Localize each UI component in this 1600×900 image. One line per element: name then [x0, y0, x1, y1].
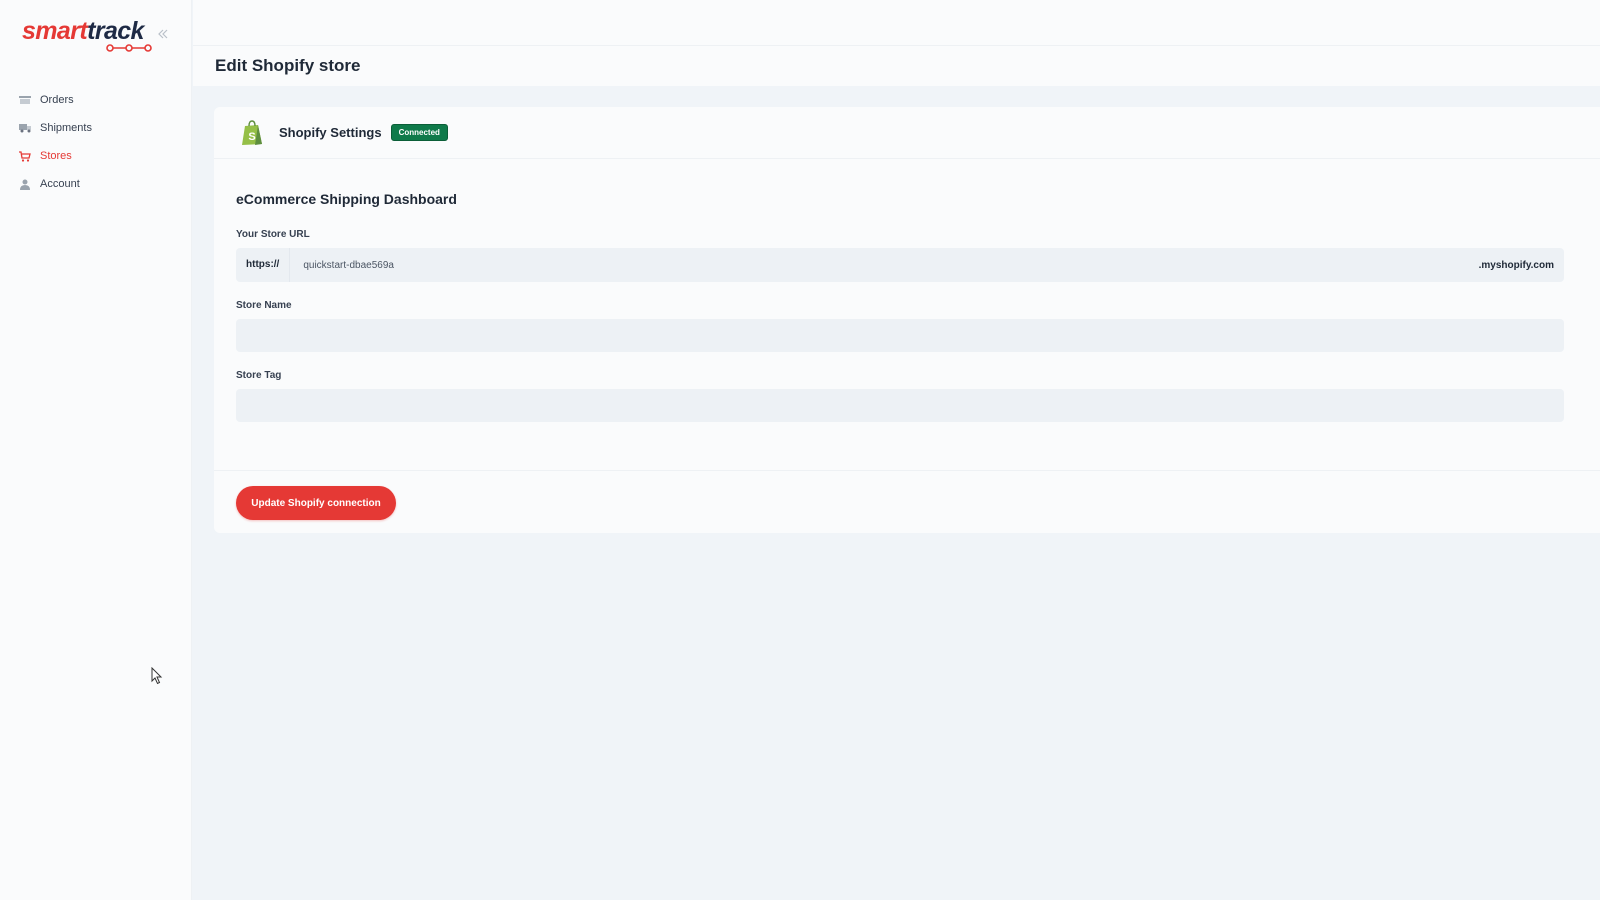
store-form: eCommerce Shipping Dashboard Your Store … [236, 191, 1564, 440]
logo-text: smarttrack [22, 18, 157, 44]
store-url-input[interactable] [290, 248, 1479, 282]
url-suffix: .myshopify.com [1478, 259, 1554, 271]
top-bar [193, 0, 1600, 46]
sidebar-nav: Orders Shipments Stores Account [0, 86, 192, 198]
sidebar-item-label: Account [40, 178, 80, 190]
sidebar: smarttrack Orders Shipments Stores Accou… [0, 0, 192, 900]
store-name-label: Store Name [236, 300, 292, 311]
store-url-field: https:// .myshopify.com [236, 248, 1564, 282]
user-icon [18, 177, 32, 191]
sidebar-item-label: Orders [40, 94, 74, 106]
sidebar-item-account[interactable]: Account [0, 170, 192, 198]
sidebar-item-label: Stores [40, 150, 72, 162]
page-header: Edit Shopify store [193, 46, 1600, 86]
double-chevron-left-icon[interactable] [158, 27, 172, 41]
svg-text:S: S [248, 131, 255, 143]
sidebar-item-stores[interactable]: Stores [0, 142, 192, 170]
logo-text-track: track [87, 17, 144, 45]
logo-text-smart: smart [22, 17, 88, 45]
status-badge: Connected [390, 124, 448, 141]
page-title: Edit Shopify store [215, 56, 361, 75]
logo-route-icon [106, 44, 152, 52]
app-root: smarttrack Orders Shipments Stores Accou… [0, 0, 1600, 900]
card-title: Shopify Settings [279, 125, 382, 140]
store-tag-label: Store Tag [236, 370, 282, 381]
sidebar-item-orders[interactable]: Orders [0, 86, 192, 114]
update-connection-button[interactable]: Update Shopify connection [236, 486, 396, 520]
sidebar-item-label: Shipments [40, 122, 92, 134]
cart-icon [18, 149, 32, 163]
truck-icon [18, 121, 32, 135]
section-title: eCommerce Shipping Dashboard [236, 191, 457, 207]
shopify-bag-icon: S [242, 119, 262, 145]
url-prefix: https:// [236, 248, 291, 282]
card-header: S Shopify Settings Connected [214, 107, 1600, 159]
store-name-input[interactable] [236, 319, 1564, 352]
orders-icon [18, 93, 32, 107]
divider [214, 470, 1600, 471]
sidebar-item-shipments[interactable]: Shipments [0, 114, 192, 142]
shopify-settings-card: S Shopify Settings Connected eCommerce S… [214, 107, 1600, 533]
store-tag-input[interactable] [236, 389, 1564, 422]
mouse-cursor-icon [151, 667, 163, 685]
logo[interactable]: smarttrack [22, 18, 157, 58]
store-url-label: Your Store URL [236, 229, 310, 240]
